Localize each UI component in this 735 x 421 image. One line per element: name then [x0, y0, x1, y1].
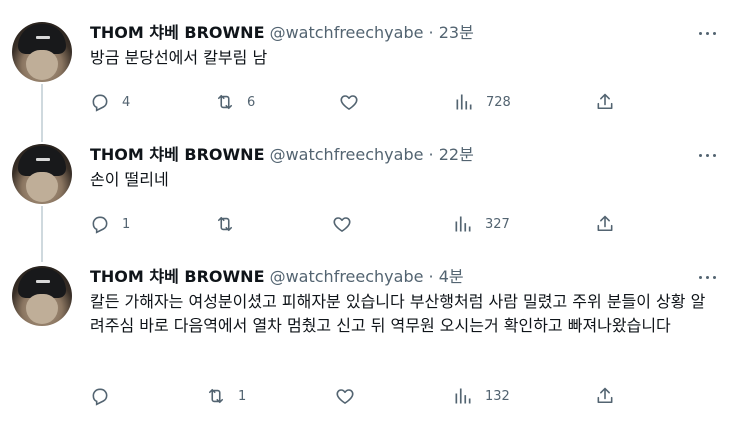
avatar-face — [26, 294, 58, 324]
avatar[interactable] — [12, 22, 72, 82]
tweet-text: 방금 분당선에서 칼부림 남 — [90, 48, 268, 67]
tweet[interactable]: THOM 챠베 BROWNE @watchfreechyabe · 4분 칼든 … — [0, 266, 735, 416]
separator-dot: · — [428, 145, 434, 164]
avatar[interactable] — [12, 266, 72, 326]
author-name[interactable]: THOM 챠베 BROWNE — [90, 267, 265, 286]
reply-icon — [92, 388, 108, 406]
views-count: 132 — [485, 388, 510, 404]
tweet-timestamp[interactable]: 4분 — [439, 267, 464, 286]
views-chart-icon — [455, 216, 471, 232]
retweet-button[interactable]: 6 — [215, 91, 255, 113]
views-count: 327 — [485, 216, 510, 232]
tweet-actions: 4 6 728 — [90, 91, 630, 113]
views-button[interactable]: 327 — [453, 213, 510, 235]
tweet-thread: THOM 챠베 BROWNE @watchfreechyabe · 23분 방금… — [0, 0, 735, 421]
share-icon — [597, 93, 613, 110]
reply-count: 1 — [122, 216, 131, 232]
retweet-count: 1 — [238, 388, 247, 404]
retweet-count: 6 — [247, 94, 256, 110]
more-dots-icon[interactable] — [697, 266, 719, 288]
avatar[interactable] — [12, 144, 72, 204]
reply-button[interactable] — [90, 385, 122, 407]
avatar-face — [26, 172, 58, 202]
like-button[interactable] — [335, 385, 367, 407]
reply-icon — [92, 216, 108, 234]
reply-button[interactable]: 4 — [90, 91, 130, 113]
share-icon — [597, 387, 613, 404]
tweet-timestamp[interactable]: 23분 — [439, 23, 474, 42]
views-chart-icon — [455, 388, 471, 404]
separator-dot: · — [428, 267, 434, 286]
like-button[interactable] — [339, 91, 371, 113]
retweet-icon — [217, 216, 233, 232]
views-button[interactable]: 132 — [453, 385, 510, 407]
reply-icon — [92, 94, 108, 112]
tweet-header: THOM 챠베 BROWNE @watchfreechyabe · 23분 — [90, 22, 474, 44]
author-handle[interactable]: @watchfreechyabe — [270, 23, 424, 42]
tweet-actions: 1 327 — [90, 213, 630, 235]
tweet-text: 손이 떨리네 — [90, 170, 169, 189]
tweet-header: THOM 챠베 BROWNE @watchfreechyabe · 22분 — [90, 144, 474, 166]
author-name[interactable]: THOM 챠베 BROWNE — [90, 23, 265, 42]
heart-icon — [333, 217, 351, 232]
retweet-icon — [217, 94, 233, 110]
share-icon — [597, 215, 613, 232]
tweet-timestamp[interactable]: 22분 — [439, 145, 474, 164]
separator-dot: · — [428, 23, 434, 42]
views-count: 728 — [486, 94, 511, 110]
avatar-face — [26, 50, 58, 80]
heart-icon — [336, 389, 354, 404]
more-dots-icon[interactable] — [697, 144, 719, 166]
tweet[interactable]: THOM 챠베 BROWNE @watchfreechyabe · 22분 손이… — [0, 144, 735, 244]
share-button[interactable] — [595, 91, 615, 113]
tweet-header: THOM 챠베 BROWNE @watchfreechyabe · 4분 — [90, 266, 464, 288]
heart-icon — [340, 95, 358, 110]
views-button[interactable]: 728 — [454, 91, 511, 113]
author-name[interactable]: THOM 챠베 BROWNE — [90, 145, 265, 164]
author-handle[interactable]: @watchfreechyabe — [270, 267, 424, 286]
retweet-icon — [208, 388, 224, 404]
retweet-button[interactable]: 1 — [206, 385, 246, 407]
tweet-text: 칼든 가해자는 여성분이셨고 피해자분 있습니다 부산행처럼 사람 밀렸고 주위… — [90, 292, 706, 335]
like-button[interactable] — [332, 213, 364, 235]
views-chart-icon — [456, 94, 472, 110]
reply-button[interactable]: 1 — [90, 213, 130, 235]
share-button[interactable] — [595, 213, 615, 235]
reply-count: 4 — [122, 94, 131, 110]
author-handle[interactable]: @watchfreechyabe — [270, 145, 424, 164]
more-dots-icon[interactable] — [697, 22, 719, 44]
tweet-actions: 1 132 — [90, 385, 630, 407]
retweet-button[interactable] — [215, 213, 247, 235]
share-button[interactable] — [595, 385, 615, 407]
tweet[interactable]: THOM 챠베 BROWNE @watchfreechyabe · 23분 방금… — [0, 22, 735, 122]
